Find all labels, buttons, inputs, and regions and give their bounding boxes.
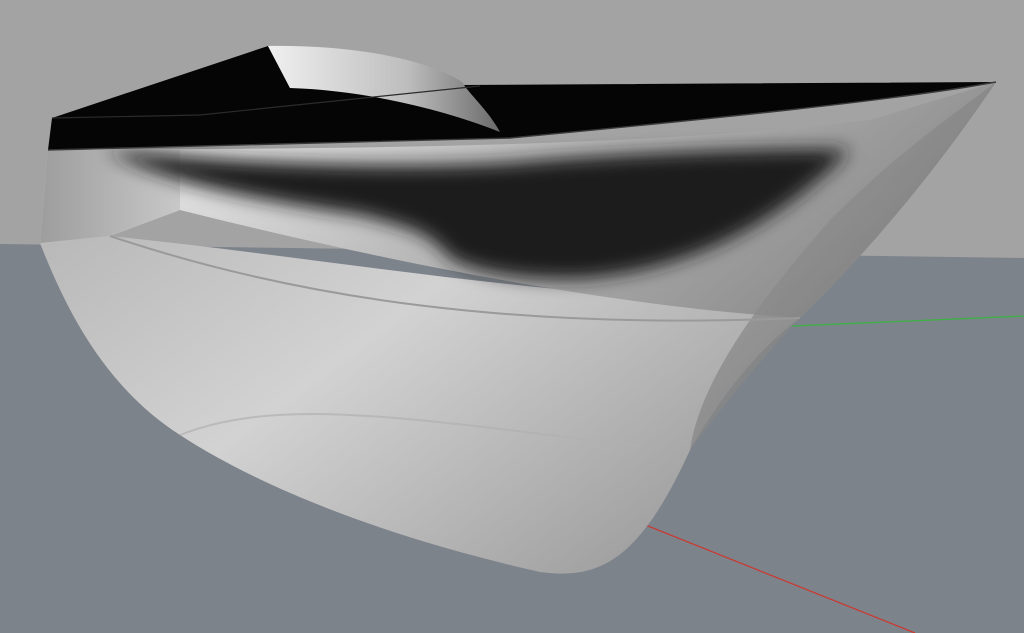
viewport-canvas[interactable] xyxy=(0,0,1024,633)
3d-viewport[interactable] xyxy=(0,0,1024,633)
